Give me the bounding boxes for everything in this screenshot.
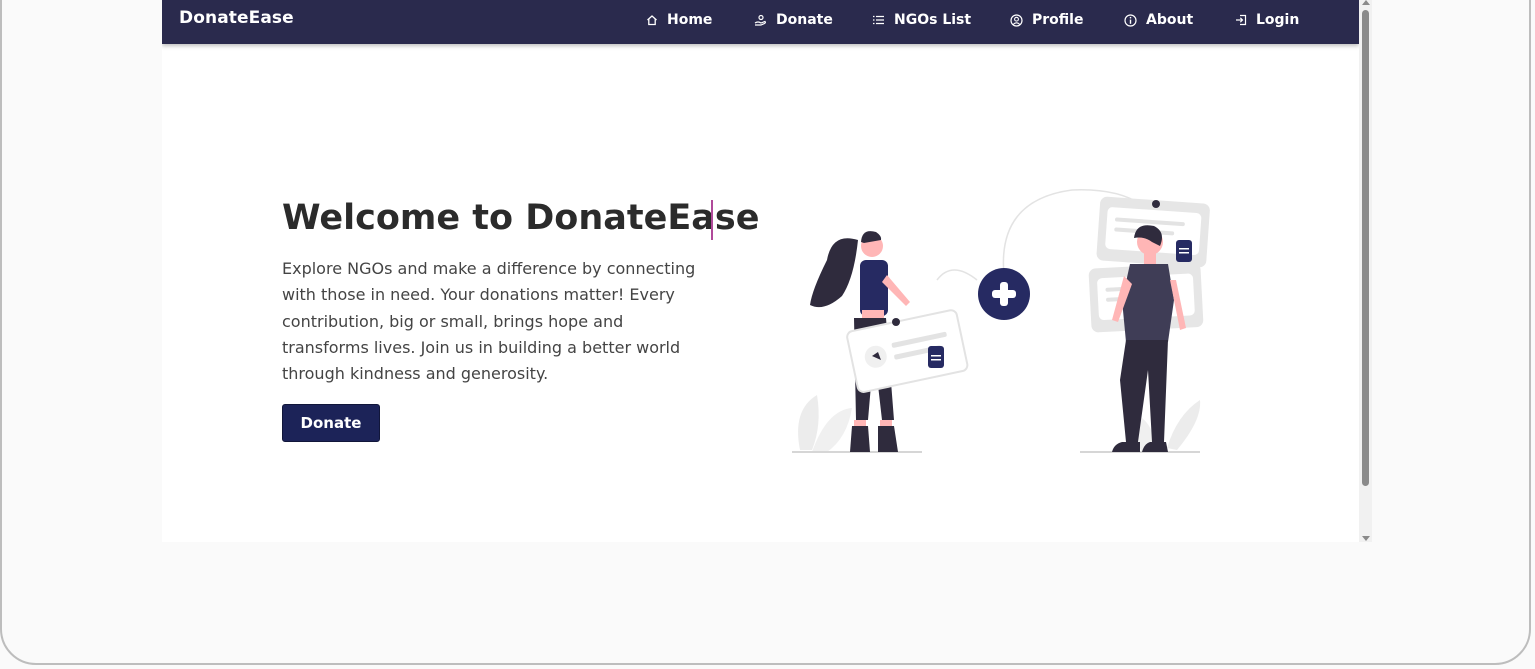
info-icon [1124, 13, 1137, 27]
nav-login[interactable]: Login [1235, 11, 1299, 29]
nav-ngos-list[interactable]: NGOs List [873, 11, 971, 29]
scrollbar-thumb[interactable] [1362, 10, 1369, 486]
nav-about[interactable]: About [1124, 11, 1193, 29]
hero-title: Welcome to DonateEase [282, 198, 760, 238]
nav-login-label: Login [1256, 12, 1300, 28]
scroll-down-arrow[interactable] [1362, 536, 1370, 541]
login-icon [1236, 14, 1247, 26]
user-circle-icon [1010, 13, 1023, 27]
hand-donate-icon [754, 14, 766, 26]
nav-ngos-list-label: NGOs List [894, 12, 972, 28]
nav-donate[interactable]: Donate [754, 11, 833, 29]
hero-illustration [792, 189, 1210, 453]
nav-donate-label: Donate [776, 12, 833, 28]
scroll-up-arrow[interactable] [1362, 0, 1370, 5]
nav-about-label: About [1146, 12, 1194, 28]
nav-profile-label: Profile [1032, 12, 1084, 28]
donate-button[interactable]: Donate [282, 404, 380, 442]
navbar: DonateEase Home Donate NGOs List Profile… [162, 0, 1359, 44]
nav-home[interactable]: Home [646, 11, 712, 29]
brand-logo[interactable]: DonateEase [179, 8, 294, 28]
scrollbar[interactable] [1359, 0, 1372, 542]
list-icon [873, 15, 884, 25]
typing-caret [711, 200, 713, 240]
home-icon [647, 15, 657, 26]
browser-viewport: DonateEase Home Donate NGOs List Profile… [162, 0, 1372, 542]
hero-description: Explore NGOs and make a difference by co… [282, 259, 696, 384]
nav-profile[interactable]: Profile [1010, 11, 1083, 29]
nav-home-label: Home [667, 12, 713, 28]
